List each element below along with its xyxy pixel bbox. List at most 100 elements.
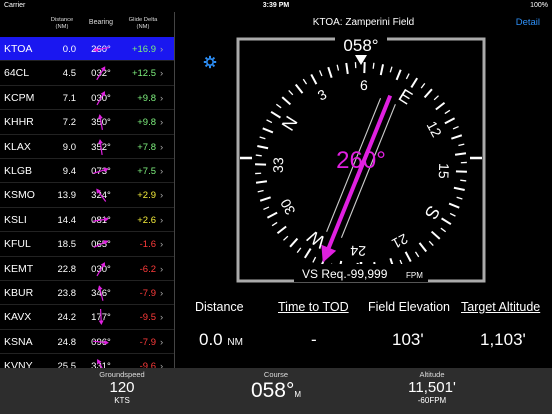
- compass-card: 058° N36E1215S2124W3033 260° VS Req.-99,…: [236, 34, 486, 283]
- status-time: 3:39 PM: [262, 2, 290, 9]
- compass-label: E: [395, 85, 416, 108]
- info-values: 0.0 NM - 103' 1,103': [175, 330, 552, 352]
- chevron-right-icon: ›: [160, 141, 164, 153]
- table-row[interactable]: KLGB 9.4 073° +7.5 ›: [0, 159, 174, 184]
- table-row[interactable]: KLAX 9.0 352° +7.8 ›: [0, 135, 174, 159]
- chevron-right-icon: ›: [160, 165, 164, 177]
- battery-level: 100%: [530, 2, 548, 9]
- airport-id: KCPM: [4, 91, 35, 104]
- airport-glide-delta: +16.9: [131, 44, 156, 55]
- airport-bearing: 096°: [91, 336, 111, 348]
- airport-bearing: 260°: [91, 44, 111, 55]
- course-value: 058°: [250, 379, 295, 402]
- table-row[interactable]: KAVX 24.2 177° -9.5 ›: [0, 305, 174, 330]
- airport-distance: 24.2: [57, 312, 77, 324]
- airport-bearing: 346°: [91, 287, 111, 299]
- table-row[interactable]: 64CL 4.5 032° +12.5 ›: [0, 61, 174, 86]
- chevron-right-icon: ›: [160, 214, 164, 226]
- bearing-needle: [321, 94, 393, 263]
- chevron-right-icon: ›: [160, 287, 164, 299]
- header-glide-delta: Glide Delta (NM): [128, 17, 158, 30]
- airport-glide-delta: +2.9: [137, 190, 156, 202]
- airport-glide-delta: +12.5: [131, 68, 156, 80]
- chevron-right-icon: ›: [160, 312, 164, 324]
- compass-label: 15: [436, 163, 453, 179]
- airport-bearing: 324°: [91, 190, 111, 202]
- bottom-bar: Groundspeed 120 KTS Course 058°M Altitud…: [0, 368, 552, 414]
- airport-bearing: 065°: [91, 239, 111, 251]
- table-row[interactable]: KTOA 0.0 260° +16.9 ›: [0, 37, 174, 62]
- target-altitude-value: 1,103': [480, 330, 526, 349]
- airport-glide-delta: +7.5: [137, 165, 156, 177]
- compass-label: 12: [424, 118, 446, 139]
- airport-distance: 9.0: [62, 141, 76, 153]
- airport-glide-delta: -7.9: [139, 287, 156, 299]
- airport-glide-delta: -9.5: [139, 312, 156, 324]
- detail-button[interactable]: Detail: [516, 17, 540, 28]
- airport-distance: 7.2: [62, 117, 76, 129]
- airport-id: KLAX: [4, 140, 31, 153]
- airport-distance: 24.8: [57, 336, 77, 348]
- groundspeed-value: 120: [109, 379, 135, 396]
- vs-unit-label: FPM: [406, 271, 423, 280]
- altitude-panel: Altitude 11,501' -60FPM: [392, 370, 472, 405]
- airport-id: KEMT: [4, 262, 34, 275]
- table-row[interactable]: KSNA 24.8 096° -7.9 ›: [0, 330, 174, 355]
- status-bar: Carrier 3:39 PM 100%: [0, 0, 552, 12]
- chevron-right-icon: ›: [160, 44, 164, 55]
- table-row[interactable]: KSLI 14.4 081° +2.6 ›: [0, 208, 174, 233]
- table-row[interactable]: KHHR 7.2 350° +9.8 ›: [0, 110, 174, 135]
- airport-id: KSNA: [4, 335, 33, 348]
- airport-glide-delta: +2.6: [137, 214, 156, 226]
- airport-distance: 4.5: [62, 68, 76, 80]
- altitude-value: 11,501': [408, 379, 456, 396]
- distance-value: 0.0 NM: [199, 330, 243, 350]
- table-row[interactable]: KSMO 13.9 324° +2.9 ›: [0, 183, 174, 208]
- airport-glide-delta: +9.8: [137, 92, 156, 104]
- course-unit: M: [294, 390, 302, 399]
- airport-glide-delta: +7.8: [137, 141, 156, 153]
- table-row[interactable]: KBUR 23.8 346° -7.9 ›: [0, 281, 174, 306]
- airport-id: KSLI: [4, 213, 27, 226]
- compass-label: 24: [350, 243, 366, 260]
- airport-glide-delta: -6.2: [139, 263, 156, 275]
- header-bearing: Bearing: [88, 19, 114, 26]
- chevron-right-icon: ›: [160, 336, 164, 348]
- airport-glide-delta: -7.9: [139, 336, 156, 348]
- chevron-right-icon: ›: [160, 239, 164, 251]
- time-to-tod-label[interactable]: Time to TOD: [278, 300, 349, 314]
- gear-icon[interactable]: [203, 55, 217, 69]
- airport-bearing: 030°: [91, 263, 111, 275]
- course-label: Course: [263, 370, 289, 379]
- airport-glide-delta: -1.6: [139, 239, 156, 251]
- groundspeed-panel: Groundspeed 120 KTS: [90, 370, 154, 405]
- field-elevation-value: 103': [392, 330, 424, 349]
- compass-label: 21: [389, 231, 410, 253]
- table-row[interactable]: KEMT 22.8 030° -6.2 ›: [0, 257, 174, 281]
- heading-readout: 058°: [343, 36, 378, 55]
- header-distance: Distance (NM): [50, 17, 74, 30]
- chevron-right-icon: ›: [160, 263, 164, 275]
- table-row[interactable]: KCPM 7.1 030° +9.8 ›: [0, 86, 174, 111]
- distance-label: Distance: [195, 300, 244, 314]
- info-labels: Distance Time to TOD Field Elevation Tar…: [175, 300, 552, 318]
- airport-bearing: 030°: [91, 92, 111, 104]
- airport-id: KHHR: [4, 116, 34, 129]
- airport-id: KSMO: [4, 189, 35, 202]
- airport-distance: 23.8: [57, 287, 77, 299]
- airport-id: KLGB: [4, 164, 33, 177]
- airport-bearing: 177°: [91, 312, 111, 324]
- chevron-right-icon: ›: [160, 92, 164, 104]
- airport-id: KFUL: [4, 238, 31, 251]
- vertical-speed-value: -60FPM: [417, 396, 447, 405]
- time-to-tod-value: -: [311, 330, 317, 349]
- compass-label: 3: [315, 86, 330, 104]
- airport-glide-delta: +9.8: [137, 117, 156, 129]
- airport-distance: 18.5: [57, 239, 77, 251]
- table-row[interactable]: KFUL 18.5 065° -1.6 ›: [0, 232, 174, 257]
- list-header: Distance (NM) Bearing Glide Delta (NM): [0, 12, 174, 37]
- airport-bearing: 350°: [91, 117, 111, 129]
- airport-bearing: 073°: [91, 165, 111, 177]
- target-altitude-label[interactable]: Target Altitude: [461, 300, 540, 314]
- airport-distance: 22.8: [57, 263, 77, 275]
